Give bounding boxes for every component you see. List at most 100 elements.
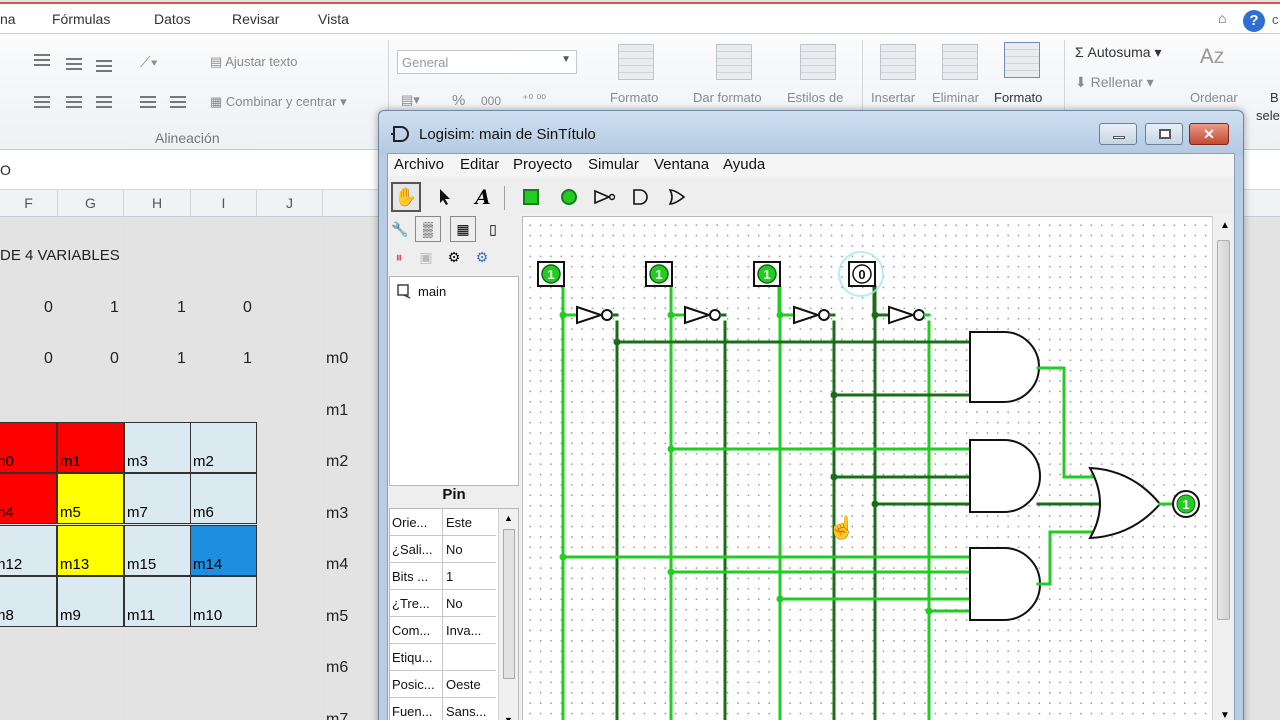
add-input-pin-button[interactable]	[516, 182, 546, 212]
pause-icon[interactable]: ⏸	[388, 246, 410, 268]
attribute-row[interactable]: Etiqu...	[390, 644, 496, 671]
align-left-icon[interactable]	[34, 96, 50, 108]
attribute-scrollbar[interactable]: ▲ ▼	[498, 509, 518, 720]
increase-indent-icon[interactable]	[170, 96, 186, 108]
kmap-cell[interactable]: m12	[0, 525, 57, 576]
tree-item-main[interactable]: main	[396, 283, 446, 299]
attribute-row[interactable]: ¿Sali... No	[390, 536, 496, 563]
align-top-icon[interactable]	[34, 54, 50, 66]
wrench-icon[interactable]: 🔧	[389, 218, 411, 240]
kmap-cell[interactable]: m9	[57, 576, 124, 627]
column-header-j[interactable]: J	[257, 190, 323, 217]
align-center-icon[interactable]	[66, 96, 82, 108]
decrease-indent-icon[interactable]	[140, 96, 156, 108]
tab-data[interactable]: Datos	[154, 11, 191, 27]
align-bottom-icon[interactable]	[96, 60, 112, 72]
logisim-titlebar[interactable]: Logisim: main de SinTítulo ✕	[379, 111, 1243, 155]
text-tool-icon[interactable]: A	[468, 182, 498, 212]
add-output-pin-button[interactable]	[554, 182, 584, 212]
help-icon[interactable]: ?	[1243, 10, 1265, 32]
appearance-icon[interactable]: ▒	[415, 216, 441, 242]
format-as-table-icon[interactable]	[716, 44, 752, 80]
orientation-icon[interactable]: ⟋▾	[140, 54, 158, 71]
scroll-thumb[interactable]	[1217, 240, 1230, 620]
maximize-button[interactable]	[1145, 123, 1183, 145]
circuit-canvas[interactable]: 1 1 1 0 1 ☝	[522, 216, 1234, 720]
kmap-cell[interactable]: m3	[124, 422, 191, 473]
poke-tool-button[interactable]: ✋	[391, 182, 421, 212]
kmap-cell[interactable]: m11	[124, 576, 191, 627]
kmap-cell[interactable]: m6	[190, 473, 257, 524]
attribute-divider	[442, 617, 443, 644]
kmap-cell[interactable]: m2	[190, 422, 257, 473]
attribute-row[interactable]: Fuen... Sans...	[390, 698, 496, 720]
kmap-cell[interactable]: m8	[0, 576, 57, 627]
attribute-row[interactable]: ¿Tre... No	[390, 590, 496, 617]
circuit-icon[interactable]: ▯	[482, 218, 504, 240]
decimal-icon[interactable]: ⁺⁰ ⁰⁰	[522, 92, 546, 106]
cell-styles-icon[interactable]	[800, 44, 836, 80]
minimize-ribbon-icon[interactable]: ⌂	[1218, 10, 1226, 26]
menu-ayuda[interactable]: Ayuda	[723, 156, 765, 173]
column-header-g[interactable]: G	[58, 190, 124, 217]
add-and-gate-button[interactable]	[626, 182, 656, 212]
conditional-format-icon[interactable]	[618, 44, 654, 80]
menu-simular[interactable]: Simular	[588, 156, 639, 173]
thousands-icon[interactable]: 000	[481, 94, 501, 108]
align-middle-icon[interactable]	[66, 58, 82, 70]
minimize-button[interactable]	[1099, 123, 1137, 145]
kmap-cell[interactable]: m15	[124, 525, 191, 576]
layout-icon[interactable]: ▦	[450, 216, 476, 242]
add-not-gate-button[interactable]	[590, 182, 620, 212]
format-cells-icon[interactable]	[1004, 42, 1040, 78]
kmap-cell[interactable]: m4	[0, 473, 57, 524]
column-header-f[interactable]: F	[0, 190, 58, 217]
attribute-row[interactable]: Posic... Oeste	[390, 671, 496, 698]
currency-icon[interactable]: ▤▾	[401, 92, 420, 108]
tab-review[interactable]: Revisar	[232, 11, 279, 27]
select-tool-button[interactable]	[430, 182, 460, 212]
menu-ventana[interactable]: Ventana	[654, 156, 709, 173]
fill-button[interactable]: ⬇ Rellenar ▾	[1075, 74, 1154, 91]
name-box[interactable]: O	[0, 162, 11, 178]
menu-proyecto[interactable]: Proyecto	[513, 156, 572, 173]
tab-view[interactable]: Vista	[318, 11, 349, 27]
tab-formulas[interactable]: Fórmulas	[52, 11, 110, 27]
tick-enable-icon[interactable]: ⚙	[471, 246, 493, 268]
add-or-gate-button[interactable]	[662, 182, 692, 212]
kmap-cell[interactable]: m5	[57, 473, 124, 524]
sort-filter-icon[interactable]: ᴬᶻ	[1200, 44, 1224, 78]
tick-icon[interactable]: ⚙	[443, 246, 465, 268]
chevron-down-icon[interactable]: ▼	[1220, 710, 1230, 720]
kmap-cell[interactable]: m14	[190, 525, 257, 576]
kmap-cell[interactable]: m1	[57, 422, 124, 473]
close-button[interactable]: ✕	[1189, 123, 1229, 145]
column-header-i[interactable]: I	[191, 190, 257, 217]
explorer-tree: main	[389, 276, 519, 486]
chevron-up-icon[interactable]: ▲	[1220, 220, 1230, 231]
menu-archivo[interactable]: Archivo	[394, 156, 444, 173]
number-format-select[interactable]: General ▼	[397, 50, 577, 74]
kmap-cell[interactable]: m10	[190, 576, 257, 627]
attribute-row[interactable]: Com... Inva...	[390, 617, 496, 644]
menu-editar[interactable]: Editar	[460, 156, 499, 173]
chevron-down-icon[interactable]: ▼	[504, 715, 513, 720]
kmap-cell[interactable]: m0	[0, 422, 57, 473]
scroll-thumb[interactable]	[503, 529, 515, 679]
wrap-text-button[interactable]: ▤ Ajustar texto	[210, 54, 297, 70]
canvas-scrollbar[interactable]: ▲ ▼	[1212, 216, 1234, 720]
insert-cells-icon[interactable]	[880, 44, 916, 80]
attribute-row[interactable]: Orie... Este	[390, 509, 496, 536]
align-right-icon[interactable]	[96, 96, 112, 108]
kmap-cell[interactable]: m7	[124, 473, 191, 524]
merge-center-button[interactable]: ▦ Combinar y centrar ▾	[210, 94, 347, 110]
autosum-button[interactable]: Σ Autosuma ▾	[1075, 44, 1162, 61]
kmap-cell[interactable]: m13	[57, 525, 124, 576]
attribute-row[interactable]: Bits ... 1	[390, 563, 496, 590]
step-icon[interactable]: ▣	[415, 246, 437, 268]
chevron-up-icon[interactable]: ▲	[504, 513, 513, 523]
column-header-h[interactable]: H	[124, 190, 191, 217]
percent-icon[interactable]: %	[452, 92, 465, 109]
delete-cells-icon[interactable]	[942, 44, 978, 80]
tab-insert-partial[interactable]: na	[0, 11, 16, 27]
